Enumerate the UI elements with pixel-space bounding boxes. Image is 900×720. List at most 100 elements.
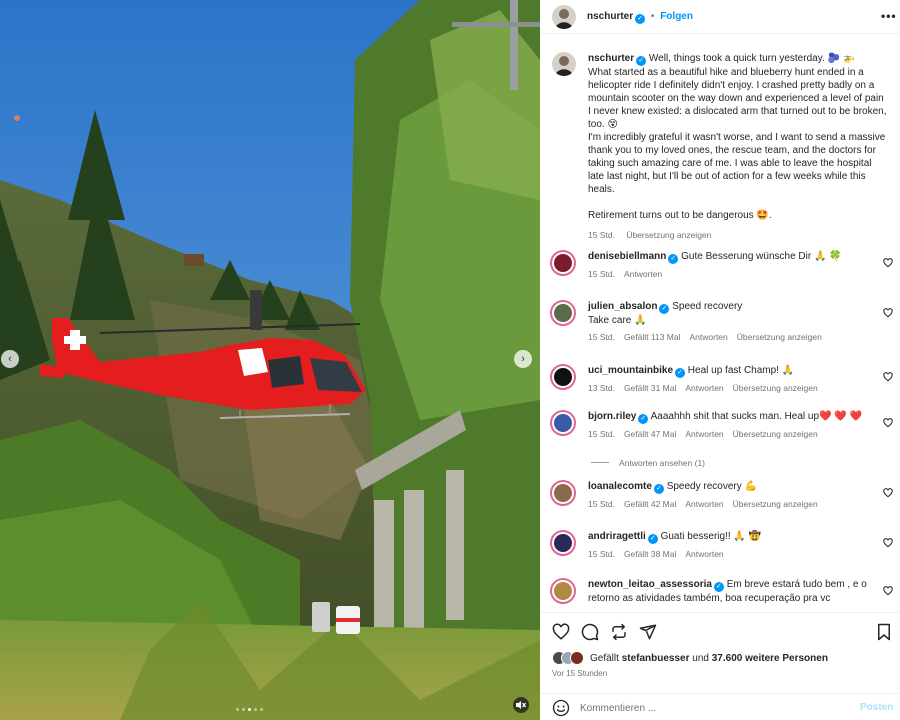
comment-translate-button[interactable]: Übersetzung anzeigen — [733, 499, 818, 509]
comments-scroll-area[interactable]: nschurter ✓ Well, things took a quick tur… — [540, 42, 900, 612]
caption-username[interactable]: nschurter — [588, 53, 634, 64]
commenter-avatar[interactable] — [550, 300, 576, 326]
comment-reply-button[interactable]: Antworten — [685, 429, 723, 439]
liker-avatar — [570, 651, 584, 665]
bookmark-icon[interactable] — [876, 623, 892, 641]
likes-prefix: Gefällt — [590, 653, 619, 664]
caption-translate-button[interactable]: Übersetzung anzeigen — [626, 230, 711, 240]
commenter-username[interactable]: newton_leitao_assessoria — [588, 579, 712, 590]
comment-like-heart-icon[interactable] — [883, 538, 893, 548]
commenter-avatar[interactable] — [550, 250, 576, 276]
comment-time: 15 Std. — [588, 269, 615, 279]
verified-badge-icon: ✓ — [675, 368, 686, 378]
comment-time: 15 Std. — [588, 332, 615, 342]
commenter-avatar-image — [554, 304, 572, 322]
comment-like-heart-icon[interactable] — [883, 418, 893, 428]
post-media[interactable]: ‹ › — [0, 0, 540, 720]
comment-input[interactable] — [580, 700, 850, 716]
comment-text: Speed recovery — [672, 301, 743, 312]
commenter-username[interactable]: denisebiellmann — [588, 251, 666, 262]
share-send-icon[interactable] — [639, 623, 657, 641]
comment-text: Guati besserig!! 🙏 🤠 — [660, 531, 762, 542]
emoji-smiley-icon[interactable] — [552, 699, 570, 717]
commenter-avatar[interactable] — [550, 480, 576, 506]
liker-avatars — [552, 651, 592, 665]
comment-bubble-icon[interactable] — [581, 623, 599, 641]
commenter-username[interactable]: bjorn.riley — [588, 411, 636, 422]
likes-middle: und — [692, 653, 709, 664]
commenter-username[interactable]: julien_absalon — [588, 301, 657, 312]
verified-badge-icon: ✓ — [635, 14, 646, 24]
post-comment-button[interactable]: Posten — [860, 702, 893, 713]
comment-like-heart-icon[interactable] — [883, 308, 893, 318]
next-media-button[interactable]: › — [514, 350, 532, 368]
commenter-username[interactable]: uci_mountainbike — [588, 365, 673, 376]
comment-likes[interactable]: Gefällt 47 Mal — [624, 429, 676, 439]
verified-badge-icon: ✓ — [713, 582, 724, 592]
author-username[interactable]: nschurter — [587, 11, 633, 22]
comment-like-heart-icon[interactable] — [883, 586, 893, 596]
carousel-dots — [236, 708, 263, 711]
comment-likes[interactable]: Gefällt 42 Mal — [624, 499, 676, 509]
comment-time: 15 Std. — [588, 549, 615, 559]
repost-icon[interactable] — [610, 623, 628, 641]
speaker-muted-icon — [516, 701, 526, 709]
commenter-avatar-image — [554, 254, 572, 272]
comment-reply-button[interactable]: Antworten — [685, 383, 723, 393]
comment-time: 15 Std. — [588, 499, 615, 509]
comment-body: uci_mountainbike ✓ Heal up fast Champ! 🙏 1… — [588, 364, 873, 395]
carousel-dot — [236, 708, 239, 711]
verified-badge-icon: ✓ — [647, 534, 658, 544]
comment-form: Posten — [540, 693, 900, 720]
comment-like-heart-icon[interactable] — [883, 488, 893, 498]
liker-username[interactable]: stefanbuesser — [622, 653, 690, 664]
comment-meta: 15 Std. Gefällt 38 Mal Antworten — [588, 548, 873, 561]
comment-text: Speedy recovery 💪 — [666, 481, 757, 492]
comment-reply-button[interactable]: Antworten — [685, 499, 723, 509]
comment-translate-button[interactable]: Übersetzung anzeigen — [737, 332, 822, 342]
separator-dot: • — [650, 11, 655, 22]
comment-reply-button[interactable]: Antworten — [624, 269, 662, 279]
comment-like-heart-icon[interactable] — [883, 258, 893, 268]
commenter-avatar-image — [554, 582, 572, 600]
comment-body: andriragettli ✓ Guati besserig!! 🙏 🤠 15 St… — [588, 530, 873, 561]
follow-button[interactable]: Folgen — [660, 11, 693, 22]
likes-count[interactable]: 37.600 weitere Personen — [712, 653, 828, 664]
comment-body: denisebiellmann ✓ Gute Besserung wünsche … — [588, 250, 873, 281]
commenter-avatar-image — [554, 534, 572, 552]
commenter-avatar-image — [554, 484, 572, 502]
verified-badge-icon: ✓ — [653, 484, 664, 494]
commenter-avatar-image — [554, 368, 572, 386]
mute-button[interactable] — [513, 697, 529, 713]
comment-text-line-2: Take care 🙏 — [588, 315, 647, 326]
comment-likes[interactable]: Gefällt 31 Mal — [624, 383, 676, 393]
helicopter-photo — [0, 0, 540, 720]
comment-meta: 15 Std. Gefällt 113 Mal Antworten Übersetzu… — [588, 331, 873, 344]
previous-media-button[interactable]: ‹ — [1, 350, 19, 368]
commenter-avatar[interactable] — [550, 530, 576, 556]
commenter-username[interactable]: loanalecomte — [588, 481, 652, 492]
commenter-avatar[interactable] — [550, 410, 576, 436]
comment-translate-button[interactable]: Übersetzung anzeigen — [733, 383, 818, 393]
comment-likes[interactable]: Gefällt 113 Mal — [624, 332, 681, 342]
commenter-avatar[interactable] — [550, 578, 576, 604]
comment-translate-button[interactable]: Übersetzung anzeigen — [733, 429, 818, 439]
post-time-ago: Vor 15 Stunden — [552, 669, 608, 678]
caption-author-avatar[interactable] — [552, 52, 576, 76]
like-heart-icon[interactable] — [552, 623, 570, 641]
author-avatar[interactable] — [552, 5, 576, 29]
comment-text: Gute Besserung wünsche Dir 🙏 🍀 — [681, 251, 842, 262]
comment-likes[interactable]: Gefällt 38 Mal — [624, 549, 676, 559]
comment-reply-button[interactable]: Antworten — [689, 332, 727, 342]
comment-time: 13 Std. — [588, 383, 615, 393]
post-panel: nschurter ✓ • Folgen ••• nschurter ✓ Well,… — [540, 0, 900, 720]
commenter-avatar[interactable] — [550, 364, 576, 390]
comment-reply-button[interactable]: Antworten — [685, 549, 723, 559]
commenter-username[interactable]: andriragettli — [588, 531, 646, 542]
caption-line-1: Well, things took a quick turn yesterday… — [648, 53, 856, 64]
comment-body: newton_leitao_assessoria ✓ Em breve estar… — [588, 578, 873, 609]
comment-like-heart-icon[interactable] — [883, 372, 893, 382]
chevron-left-icon: ‹ — [8, 353, 12, 365]
view-replies-button[interactable]: Antworten ansehen (1) — [591, 458, 705, 468]
more-options-icon[interactable]: ••• — [881, 9, 897, 23]
